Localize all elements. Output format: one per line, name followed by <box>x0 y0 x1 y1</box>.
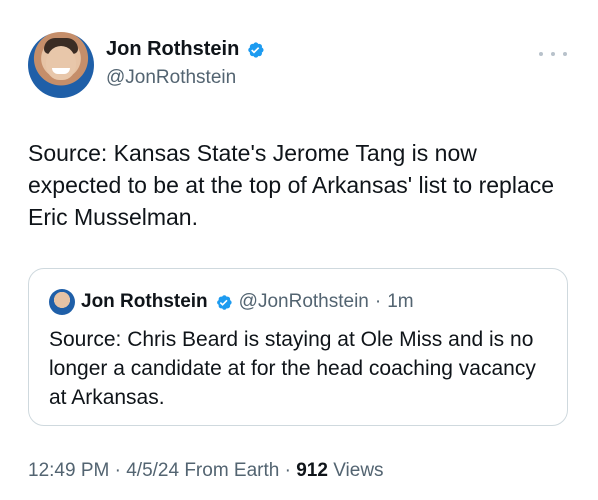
verified-badge-icon <box>216 294 232 310</box>
tweet-text: Source: Kansas State's Jerome Tang is no… <box>28 140 555 230</box>
views-label: Views <box>333 460 384 481</box>
verified-badge-icon <box>248 41 264 58</box>
more-dot <box>539 52 543 56</box>
quoted-tweet-text: Source: Chris Beard is staying at Ole Mi… <box>49 328 536 409</box>
tweet-header: Jon Rothstein @JonRothstein <box>28 32 573 102</box>
meta-separator: · <box>114 460 121 481</box>
author-name[interactable]: Jon Rothstein <box>106 38 239 61</box>
author-handle[interactable]: @JonRothstein <box>106 67 265 89</box>
tweet-date-source[interactable]: 4/5/24 From Earth <box>126 460 279 481</box>
author-avatar[interactable] <box>28 32 94 98</box>
more-dot <box>563 52 567 56</box>
meta-separator: · <box>284 460 291 481</box>
quoted-tweet-header: Jon Rothstein @JonRothstein · 1m <box>49 289 414 315</box>
more-dot <box>551 52 555 56</box>
quoted-author-avatar <box>49 289 75 315</box>
quoted-tweet[interactable]: Jon Rothstein @JonRothstein · 1m Source:… <box>28 268 568 426</box>
more-dots-icon[interactable] <box>539 44 567 64</box>
quoted-separator: · <box>374 291 382 312</box>
tweet-time[interactable]: 12:49 PM <box>28 460 109 481</box>
views-count[interactable]: 912 <box>296 460 328 481</box>
avatar-face <box>46 46 76 80</box>
author-name-row: Jon Rothstein <box>106 38 265 61</box>
author-info: Jon Rothstein @JonRothstein <box>106 38 265 89</box>
quoted-author-handle: @JonRothstein <box>238 291 369 312</box>
tweet-meta: 12:49 PM · 4/5/24 From Earth · 912 Views <box>28 460 384 482</box>
quoted-time: 1m <box>387 291 414 312</box>
quoted-author-name: Jon Rothstein <box>81 291 208 312</box>
